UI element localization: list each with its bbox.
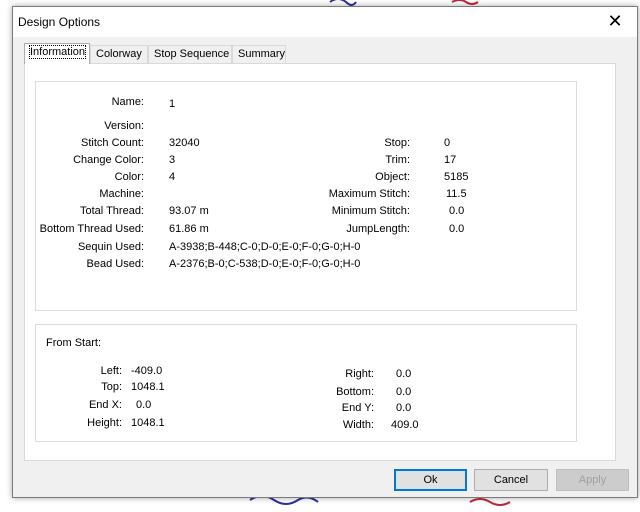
machine-label: Machine: <box>99 188 144 200</box>
minimum-stitch-value: 0.0 <box>449 205 465 217</box>
tab-information[interactable]: Information <box>24 43 90 64</box>
left-value: -409.0 <box>131 365 163 377</box>
height-label: Height: <box>87 417 122 429</box>
from-start-title: From Start: <box>46 337 102 349</box>
bottom-thread-value: 61.86 m <box>169 223 209 235</box>
apply-button[interactable]: Apply <box>556 469 629 491</box>
end-y-label: End Y: <box>341 402 374 414</box>
color-value: 4 <box>169 171 176 183</box>
stitch-count-value: 32040 <box>169 137 200 149</box>
cancel-button[interactable]: Cancel <box>474 469 548 491</box>
bead-used-value: A-2376;B-0;C-538;D-0;E-0;F-0;G-0;H-0 <box>169 258 361 270</box>
minimum-stitch-label: Minimum Stitch: <box>331 205 410 217</box>
jump-length-value: 0.0 <box>449 223 465 235</box>
end-y-value: 0.0 <box>396 402 412 414</box>
end-x-value: 0.0 <box>136 399 152 411</box>
stop-value: 0 <box>444 137 451 149</box>
ok-button[interactable]: Ok <box>394 469 467 491</box>
artwork-fragment-top-right <box>451 0 479 5</box>
bottom-thread-label: Bottom Thread Used: <box>39 223 144 235</box>
bottom-value: 0.0 <box>396 386 412 398</box>
design-info-group: Name: 1 Version: Stitch Count: 32040 Cha… <box>35 81 577 311</box>
change-color-label: Change Color: <box>73 154 144 166</box>
stop-label: Stop: <box>384 137 410 149</box>
sequin-used-label: Sequin Used: <box>77 241 144 253</box>
from-start-group: From Start: Left: -409.0 Top: 1048.1 End… <box>35 324 577 442</box>
object-label: Object: <box>375 171 410 183</box>
width-label: Width: <box>342 419 374 431</box>
total-thread-value: 93.07 m <box>169 205 209 217</box>
tab-summary[interactable]: Summary <box>232 45 286 63</box>
design-options-dialog: Design Options ✕ Information Colorway St… <box>12 6 638 498</box>
end-x-label: End X: <box>88 399 122 411</box>
sequin-used-value: A-3938;B-448;C-0;D-0;E-0;F-0;G-0;H-0 <box>169 241 361 253</box>
tab-colorway[interactable]: Colorway <box>90 45 148 63</box>
close-icon[interactable]: ✕ <box>593 7 637 37</box>
change-color-value: 3 <box>169 154 176 166</box>
version-label: Version: <box>104 120 144 132</box>
top-value: 1048.1 <box>131 381 165 393</box>
tab-stop-sequence[interactable]: Stop Sequence <box>148 45 232 63</box>
color-label: Color: <box>114 171 144 183</box>
name-label: Name: <box>111 96 144 108</box>
artwork-fragment-top <box>329 0 357 6</box>
left-label: Left: <box>100 365 122 377</box>
dialog-title: Design Options <box>18 15 101 29</box>
trim-value: 17 <box>444 154 457 166</box>
width-value: 409.0 <box>391 419 419 431</box>
information-panel: Name: 1 Version: Stitch Count: 32040 Cha… <box>24 63 616 461</box>
jump-length-label: JumpLength: <box>346 223 410 235</box>
bead-used-label: Bead Used: <box>86 258 144 270</box>
top-label: Top: <box>101 381 122 393</box>
stitch-count-label: Stitch Count: <box>81 137 144 149</box>
height-value: 1048.1 <box>131 417 165 429</box>
artwork-fragment-bottom-right <box>469 498 511 506</box>
name-value: 1 <box>169 98 176 110</box>
trim-label: Trim: <box>385 154 410 166</box>
title-bar: Design Options ✕ <box>13 7 637 37</box>
maximum-stitch-label: Maximum Stitch: <box>328 188 410 200</box>
right-label: Right: <box>345 368 374 380</box>
total-thread-label: Total Thread: <box>79 205 144 217</box>
bottom-label: Bottom: <box>336 386 374 398</box>
right-value: 0.0 <box>396 368 412 380</box>
object-value: 5185 <box>444 171 469 183</box>
maximum-stitch-value: 11.5 <box>446 188 467 200</box>
